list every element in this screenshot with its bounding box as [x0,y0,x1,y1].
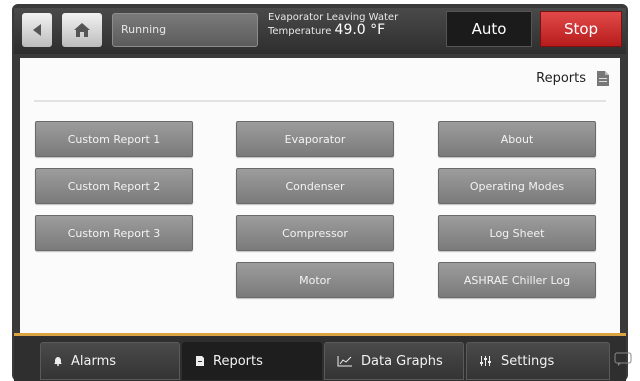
stop-button[interactable]: Stop [540,11,622,47]
tab-alarms-label: Alarms [71,353,117,369]
temperature-label: Temperature [268,26,332,37]
chat-icon[interactable] [614,352,632,366]
condenser-button[interactable]: Condenser [236,168,394,204]
tab-reports[interactable]: Reports [182,342,322,380]
document-icon [597,71,609,86]
status-indicator: Running [112,13,258,47]
temperature-value: 49.0 °F [334,22,386,38]
tab-reports-label: Reports [213,353,263,369]
auto-button[interactable]: Auto [446,11,532,47]
log-sheet-button[interactable]: Log Sheet [438,215,596,251]
document-icon [196,356,204,366]
tab-data-graphs[interactable]: Data Graphs [324,342,464,380]
custom-report-3-button[interactable]: Custom Report 3 [35,215,193,251]
header-divider [34,100,606,102]
motor-button[interactable]: Motor [236,262,394,298]
line-graph-icon [337,356,352,367]
sliders-icon [480,356,491,366]
main-content: Reports Custom Report 1 Custom Report 2 … [20,58,620,334]
tab-settings-label: Settings [501,353,555,369]
evaporator-button[interactable]: Evaporator [236,121,394,157]
operating-modes-button[interactable]: Operating Modes [438,168,596,204]
bell-icon [54,357,62,366]
home-icon [74,23,90,37]
home-button[interactable] [62,13,102,47]
compressor-button[interactable]: Compressor [236,215,394,251]
custom-report-1-button[interactable]: Custom Report 1 [35,121,193,157]
page-title: Reports [536,71,586,86]
evaporator-readout: Evaporator Leaving Water Temperature 49.… [268,12,438,48]
custom-report-2-button[interactable]: Custom Report 2 [35,168,193,204]
back-button[interactable] [22,13,52,47]
page-header: Reports [536,70,610,87]
about-button[interactable]: About [438,121,596,157]
status-text: Running [121,23,167,36]
ashrae-chiller-log-button[interactable]: ASHRAE Chiller Log [438,262,596,298]
tab-settings[interactable]: Settings [466,342,610,380]
back-arrow-icon [33,24,41,36]
tab-data-graphs-label: Data Graphs [361,353,443,369]
tab-alarms[interactable]: Alarms [40,342,180,380]
